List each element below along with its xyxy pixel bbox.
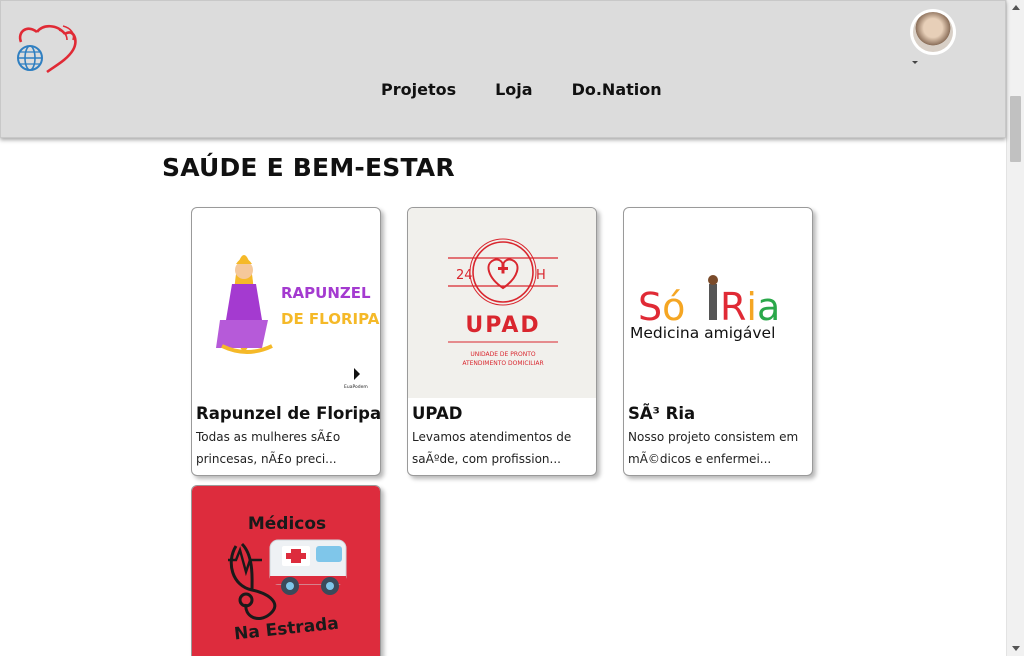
soria-logo-ria: Ria [720,285,780,329]
medicos-logo-line1: Médicos [248,514,326,534]
project-name[interactable]: UPAD [412,404,596,423]
avatar-photo [913,12,953,52]
nav-donation[interactable]: Do.Nation [572,80,662,99]
top-header: Projetos Loja Do.Nation [0,0,1006,138]
rapunzel-logo-line1: RAPUNZEL [281,284,371,302]
project-description: Levamos atendimentos de saÃºde, com prof… [412,430,572,466]
project-image: 24 H UPAD UNIDADE DE PRONTO ATENDIMENTO … [408,208,596,398]
page: Projetos Loja Do.Nation SAÚDE E BEM-ESTA… [0,0,1024,656]
nav-projetos[interactable]: Projetos [381,80,456,99]
project-image: Só Ria Medicina amigável [624,208,812,398]
heart-globe-logo[interactable] [15,24,79,76]
upad-logo-line2: ATENDIMENTO DOMICILIAR [462,360,543,367]
rapunzel-logo-credit: EuaPodem [344,384,368,390]
section-title: SAÚDE E BEM-ESTAR [162,153,455,182]
project-image: RAPUNZEL DE FLORIPA EuaPodem [192,208,380,398]
project-description: Todas as mulheres sÃ£o princesas, nÃ£o p… [196,430,341,466]
scroll-down-icon[interactable] [1012,646,1020,651]
soria-logo-tagline: Medicina amigável [630,324,775,342]
project-name[interactable]: SÃ³ Ria [628,404,812,423]
project-card[interactable]: RAPUNZEL DE FLORIPA EuaPodem Rapunzel de… [191,207,381,476]
project-card[interactable]: Só Ria Medicina amigável SÃ³ Ria Nosso p… [623,207,813,476]
main-nav: Projetos Loja Do.Nation [381,80,662,99]
rapunzel-logo-line2: DE FLORIPA [281,310,380,328]
project-card[interactable]: 24 H UPAD UNIDADE DE PRONTO ATENDIMENTO … [407,207,597,476]
soria-logo-so: Só [638,285,685,329]
upad-logo-line1: UNIDADE DE PRONTO [470,351,536,358]
project-card[interactable]: Médicos Na Estrada [191,485,381,656]
caret-down-icon[interactable] [912,61,918,64]
project-name[interactable]: Rapunzel de Floripa [196,404,380,423]
vertical-scrollbar[interactable] [1006,0,1024,656]
user-avatar[interactable] [910,9,956,55]
nav-loja[interactable]: Loja [495,80,532,99]
upad-logo-title: UPAD [465,313,540,338]
scroll-up-icon[interactable] [1012,5,1020,10]
medicos-logo-line2: Na Estrada [233,614,339,645]
scrollbar-thumb[interactable] [1010,96,1021,162]
upad-24-label: 24 [456,268,473,283]
upad-h-label: H [536,268,546,283]
project-image: Médicos Na Estrada [192,486,380,656]
project-description: Nosso projeto consistem em mÃ©dicos e en… [628,430,799,466]
